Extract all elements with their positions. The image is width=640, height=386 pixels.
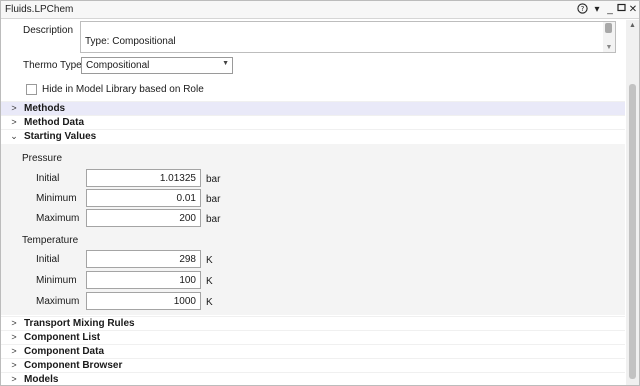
close-icon[interactable]: ✕ bbox=[627, 3, 639, 17]
temperature-minimum-value: 100 bbox=[179, 275, 196, 286]
section-label: Component List bbox=[24, 332, 101, 343]
section-method-data[interactable]: > Method Data bbox=[1, 115, 625, 129]
chevron-right-icon: > bbox=[11, 117, 17, 127]
description-scrollbar[interactable]: ▼ bbox=[603, 22, 615, 52]
chevron-right-icon: > bbox=[11, 332, 17, 342]
dropdown-icon[interactable]: ▾ bbox=[591, 3, 603, 17]
pressure-maximum-unit: bar bbox=[206, 214, 221, 225]
temperature-minimum-unit: K bbox=[206, 276, 213, 287]
description-scroll-thumb[interactable] bbox=[605, 23, 612, 33]
section-component-list[interactable]: > Component List bbox=[1, 330, 625, 344]
section-label: Component Browser bbox=[24, 360, 123, 371]
properties-window: Fluids.LPChem ? ▾ _ ✕ Description Type: … bbox=[0, 0, 640, 386]
pressure-maximum-input[interactable]: 200 bbox=[86, 209, 201, 227]
section-transport-mixing-rules[interactable]: > Transport Mixing Rules bbox=[1, 316, 625, 330]
temperature-initial-unit: K bbox=[206, 255, 213, 266]
section-label: Methods bbox=[24, 103, 66, 114]
section-label: Method Data bbox=[24, 117, 84, 128]
help-icon[interactable]: ? bbox=[576, 3, 588, 17]
temperature-initial-label: Initial bbox=[36, 254, 60, 265]
scroll-up-icon[interactable]: ▲ bbox=[626, 20, 639, 32]
pressure-initial-input[interactable]: 1.01325 bbox=[86, 169, 201, 187]
pressure-initial-value: 1.01325 bbox=[159, 173, 196, 184]
section-label: Models bbox=[24, 374, 59, 385]
chevron-down-icon: ▼ bbox=[222, 60, 229, 67]
chevron-right-icon: > bbox=[11, 374, 17, 384]
maximize-icon[interactable] bbox=[615, 3, 627, 17]
temperature-maximum-value: 1000 bbox=[173, 296, 196, 307]
temperature-maximum-unit: K bbox=[206, 297, 213, 308]
window-title: Fluids.LPChem bbox=[5, 4, 74, 15]
vertical-scrollbar[interactable]: ▲ bbox=[626, 20, 639, 385]
hide-in-library-checkbox[interactable] bbox=[26, 84, 37, 95]
temperature-maximum-input[interactable]: 1000 bbox=[86, 292, 201, 310]
scroll-thumb[interactable] bbox=[629, 84, 636, 379]
section-label: Transport Mixing Rules bbox=[24, 318, 135, 329]
pressure-minimum-label: Minimum bbox=[36, 193, 77, 204]
section-models[interactable]: > Models bbox=[1, 372, 625, 385]
starting-values-panel: Pressure Initial 1.01325 bar Minimum 0.0… bbox=[1, 144, 625, 315]
title-bar: Fluids.LPChem ? ▾ _ ✕ bbox=[1, 1, 639, 19]
temperature-initial-value: 298 bbox=[179, 254, 196, 265]
section-label: Starting Values bbox=[24, 131, 97, 142]
section-component-data[interactable]: > Component Data bbox=[1, 344, 625, 358]
temperature-minimum-label: Minimum bbox=[36, 275, 77, 286]
temperature-initial-input[interactable]: 298 bbox=[86, 250, 201, 268]
temperature-maximum-label: Maximum bbox=[36, 296, 80, 307]
pressure-label: Pressure bbox=[22, 153, 63, 164]
chevron-right-icon: > bbox=[11, 360, 17, 370]
description-text: Type: Compositional bbox=[85, 36, 176, 47]
pressure-minimum-input[interactable]: 0.01 bbox=[86, 189, 201, 207]
description-field[interactable]: Type: Compositional ▼ bbox=[80, 21, 616, 53]
temperature-label: Temperature bbox=[22, 235, 79, 246]
thermo-type-value: Compositional bbox=[86, 60, 150, 71]
pressure-initial-label: Initial bbox=[36, 173, 60, 184]
property-grid: Description Type: Compositional ▼ Thermo… bbox=[1, 20, 625, 385]
pressure-minimum-value: 0.01 bbox=[176, 193, 196, 204]
pressure-maximum-label: Maximum bbox=[36, 213, 80, 224]
scroll-down-icon[interactable]: ▼ bbox=[603, 44, 615, 51]
section-component-browser[interactable]: > Component Browser bbox=[1, 358, 625, 372]
pressure-maximum-value: 200 bbox=[179, 213, 196, 224]
thermo-type-select[interactable]: Compositional ▼ bbox=[81, 57, 233, 74]
description-label: Description bbox=[23, 25, 74, 36]
hide-in-library-label: Hide in Model Library based on Role bbox=[42, 84, 204, 95]
chevron-down-icon: ⌄ bbox=[10, 131, 18, 141]
pressure-minimum-unit: bar bbox=[206, 194, 221, 205]
chevron-right-icon: > bbox=[11, 318, 17, 328]
temperature-minimum-input[interactable]: 100 bbox=[86, 271, 201, 289]
chevron-right-icon: > bbox=[11, 103, 17, 113]
section-methods[interactable]: > Methods bbox=[1, 101, 625, 115]
pressure-initial-unit: bar bbox=[206, 174, 221, 185]
thermo-type-label: Thermo Type bbox=[23, 60, 82, 71]
section-starting-values[interactable]: ⌄ Starting Values bbox=[1, 129, 625, 143]
svg-text:?: ? bbox=[580, 5, 584, 13]
section-label: Component Data bbox=[24, 346, 104, 357]
chevron-right-icon: > bbox=[11, 346, 17, 356]
